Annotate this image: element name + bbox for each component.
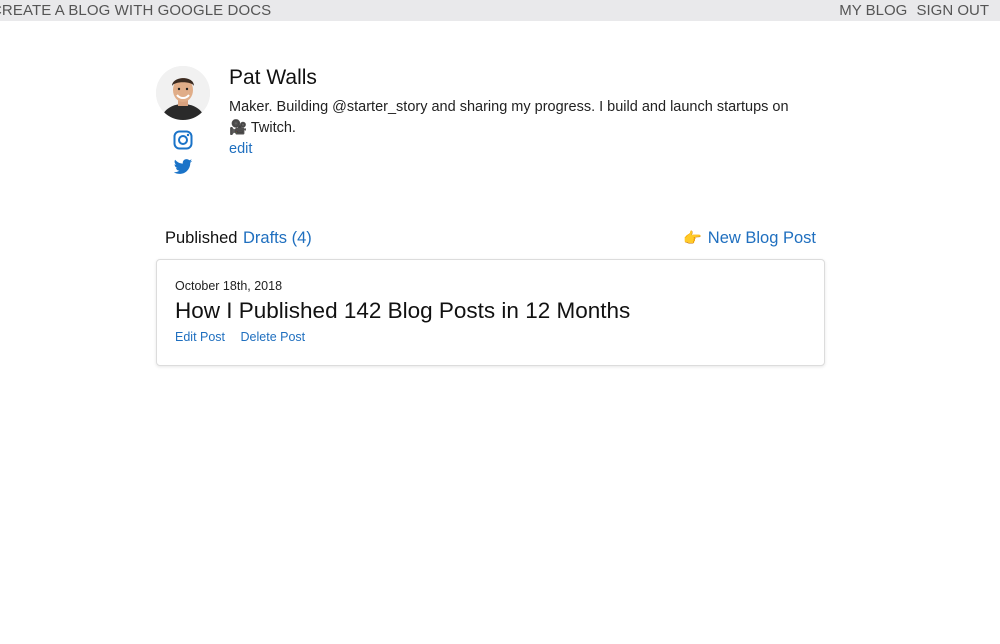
- post-actions: Edit Post Delete Post: [175, 330, 317, 344]
- avatar: [156, 66, 210, 120]
- sign-out-link[interactable]: SIGN OUT: [916, 2, 989, 19]
- my-blog-link[interactable]: MY BLOG: [839, 2, 907, 19]
- tab-drafts[interactable]: Drafts (4): [243, 229, 312, 248]
- top-nav: MY BLOG SIGN OUT: [834, 2, 989, 19]
- post-card: October 18th, 2018 How I Published 142 B…: [156, 259, 825, 366]
- profile-bio: Maker. Building @starter_story and shari…: [229, 99, 789, 136]
- edit-post-link[interactable]: Edit Post: [175, 330, 225, 344]
- post-date: October 18th, 2018: [175, 279, 283, 293]
- pointing-hand-icon: 👉: [683, 230, 702, 247]
- top-bar: CREATE A BLOG WITH GOOGLE DOCS MY BLOG S…: [0, 0, 1000, 21]
- instagram-icon[interactable]: [173, 130, 193, 150]
- tab-published[interactable]: Published: [165, 229, 237, 248]
- site-brand-link[interactable]: CREATE A BLOG WITH GOOGLE DOCS: [0, 2, 271, 19]
- new-blog-post-button[interactable]: 👉 New Blog Post: [683, 229, 816, 248]
- new-blog-post-label: New Blog Post: [707, 229, 816, 247]
- twitter-icon[interactable]: [173, 157, 193, 177]
- profile-name: Pat Walls: [229, 66, 317, 89]
- edit-profile-link[interactable]: edit: [229, 141, 252, 157]
- delete-post-link[interactable]: Delete Post: [241, 330, 306, 344]
- post-title[interactable]: How I Published 142 Blog Posts in 12 Mon…: [175, 298, 630, 324]
